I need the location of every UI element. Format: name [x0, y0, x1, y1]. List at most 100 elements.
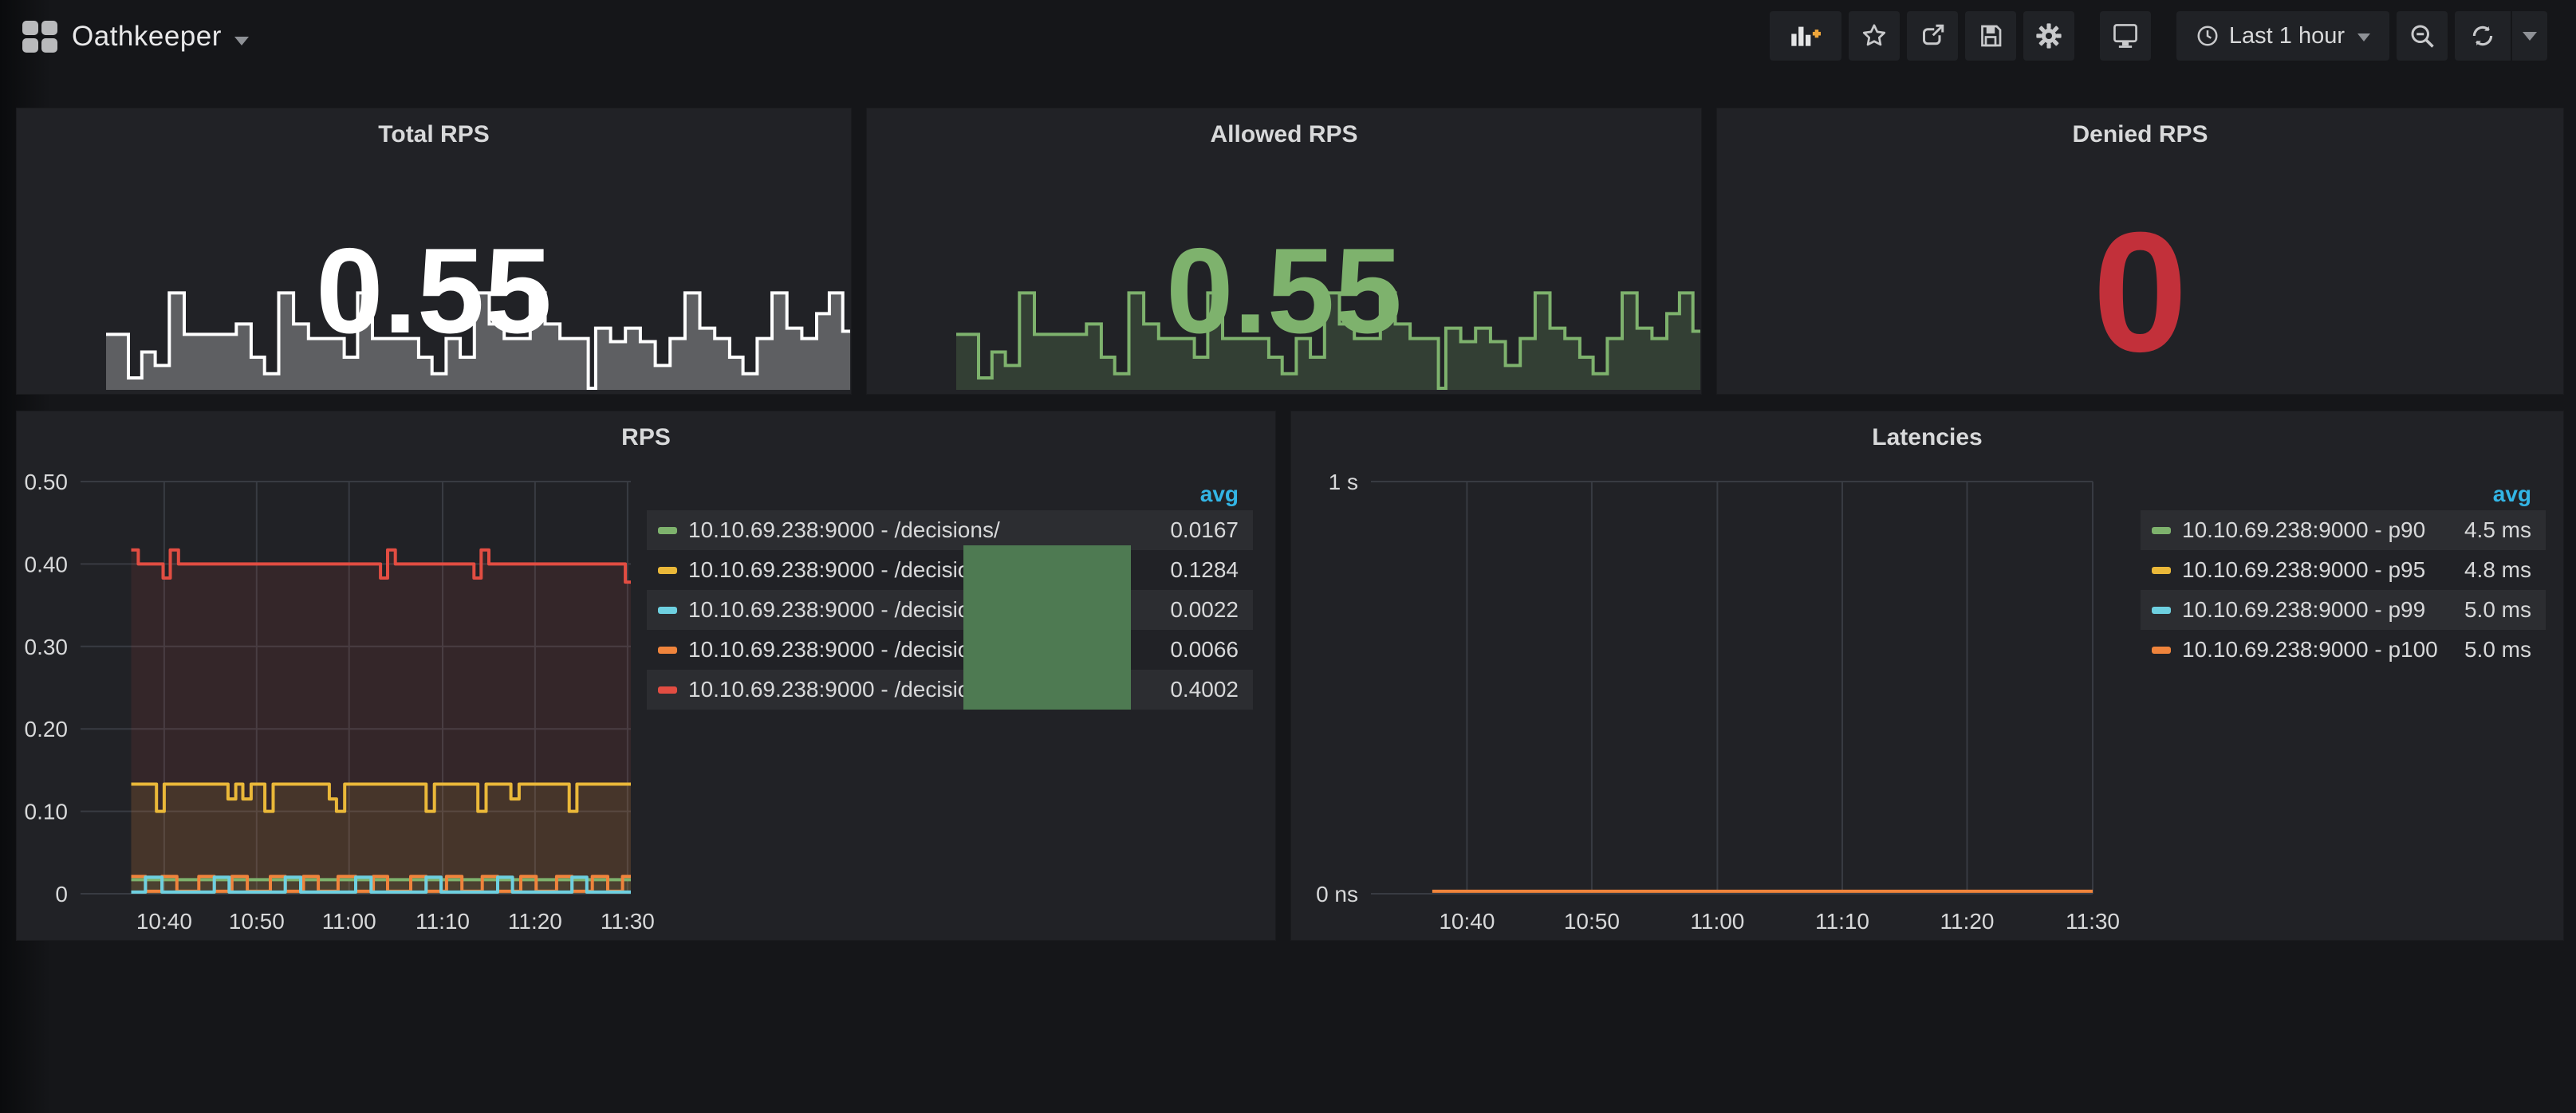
legend-series-name: 10.10.69.238:9000 - /decisions/ — [688, 597, 1000, 623]
x-axis-label: 11:30 — [2066, 909, 2120, 934]
legend-series-avg-value: 0.0066 — [1154, 637, 1239, 663]
series-color-swatch[interactable] — [658, 607, 677, 614]
legend-series-avg-value: 5.0 ms — [2448, 597, 2531, 623]
clock-icon — [2196, 24, 2220, 48]
panel-latencies-graph: Latencies 1 s0 ns10:4010:5011:0011:1011:… — [1290, 411, 2564, 941]
refresh-button-group — [2455, 11, 2547, 61]
star-button[interactable] — [1849, 11, 1900, 61]
legend-series-name: 10.10.69.238:9000 - p100 — [2182, 637, 2438, 663]
legend-series-name: 10.10.69.238:9000 - /decisions/ — [688, 677, 1000, 702]
legend-series-avg-value: 0.4002 — [1154, 677, 1239, 702]
x-axis-label: 10:40 — [136, 909, 192, 934]
zoom-out-icon — [2408, 22, 2436, 50]
save-icon — [1976, 22, 2005, 50]
legend-row[interactable]: 10.10.69.238:9000 - /decisions/0.0167 — [647, 510, 1253, 550]
legend-row[interactable]: 10.10.69.238:9000 - /decisions/0.4002 — [647, 670, 1253, 710]
settings-button[interactable] — [2023, 11, 2074, 61]
legend-series-name: 10.10.69.238:9000 - /decisions/ — [688, 557, 1000, 583]
x-axis-label: 10:50 — [1564, 909, 1620, 934]
panel-title[interactable]: RPS — [17, 424, 1275, 451]
gear-icon — [2034, 21, 2064, 51]
panel-allowed-rps: Allowed RPS 0.55 — [866, 108, 1702, 395]
rps-legend: avg 10.10.69.238:9000 - /decisions/0.0167… — [647, 478, 1253, 710]
save-button[interactable] — [1965, 11, 2016, 61]
y-axis-label: 1 s — [1329, 470, 1358, 494]
x-axis-label: 11:20 — [508, 909, 562, 934]
series-color-swatch[interactable] — [658, 567, 677, 574]
time-range-label: Last 1 hour — [2229, 23, 2345, 49]
legend-header: avg — [2141, 478, 2546, 510]
legend-series-name: 10.10.69.238:9000 - p95 — [2182, 557, 2425, 583]
dashboard-title-button[interactable]: Oathkeeper — [22, 0, 249, 73]
dashboard-grid-icon — [22, 21, 57, 53]
legend-row[interactable]: 10.10.69.238:9000 - /decisions/0.0022 — [647, 590, 1253, 630]
series-color-swatch[interactable] — [2152, 527, 2171, 534]
dashboard-header: Oathkeeper — [0, 0, 2576, 73]
dashboard-title: Oathkeeper — [72, 21, 222, 53]
chevron-down-icon — [2357, 33, 2370, 41]
legend-series-avg-value: 4.8 ms — [2448, 557, 2531, 583]
refresh-icon — [2469, 22, 2496, 49]
green-overlay-artifact — [963, 545, 1131, 710]
legend-row[interactable]: 10.10.69.238:9000 - p99 5.0 ms — [2141, 590, 2546, 630]
legend-series-avg-value: 4.5 ms — [2448, 517, 2531, 543]
x-axis-label: 11:00 — [322, 909, 376, 934]
chevron-down-icon — [2523, 32, 2537, 41]
panel-title[interactable]: Total RPS — [17, 121, 851, 148]
legend-row[interactable]: 10.10.69.238:9000 - p90 4.5 ms — [2141, 510, 2546, 550]
legend-row[interactable]: 10.10.69.238:9000 - p95 4.8 ms — [2141, 550, 2546, 590]
series-color-swatch[interactable] — [2152, 647, 2171, 654]
share-icon — [1918, 22, 1947, 50]
legend-series-name: 10.10.69.238:9000 - /decisions/ — [688, 637, 1000, 663]
y-axis-label: 0.40 — [25, 552, 69, 576]
y-axis-label: 0 — [55, 882, 68, 907]
series-color-swatch[interactable] — [658, 647, 677, 654]
y-axis-label: 0.20 — [25, 717, 69, 741]
x-axis-label: 11:30 — [601, 909, 655, 934]
monitor-icon — [2110, 21, 2141, 51]
legend-avg-header[interactable]: avg — [1200, 482, 1253, 507]
legend-series-avg-value: 0.1284 — [1154, 557, 1239, 583]
panel-total-rps: Total RPS 0.55 — [16, 108, 852, 395]
panel-title[interactable]: Denied RPS — [1717, 121, 2563, 148]
total-rps-value: 0.55 — [17, 222, 851, 361]
legend-avg-header[interactable]: avg — [2493, 482, 2546, 507]
legend-series-name: 10.10.69.238:9000 - p99 — [2182, 597, 2425, 623]
legend-row[interactable]: 10.10.69.238:9000 - p100 5.0 ms — [2141, 630, 2546, 670]
legend-header: avg — [647, 478, 1253, 510]
x-axis-label: 11:20 — [1940, 909, 1995, 934]
series-color-swatch[interactable] — [2152, 567, 2171, 574]
zoom-out-button[interactable] — [2397, 11, 2448, 61]
panel-denied-rps: Denied RPS 0 — [1716, 108, 2564, 395]
legend-row[interactable]: 10.10.69.238:9000 - /decisions/0.1284 — [647, 550, 1253, 590]
star-icon — [1860, 22, 1889, 50]
cycle-view-button[interactable] — [2100, 11, 2151, 61]
refresh-button[interactable] — [2455, 11, 2511, 61]
legend-series-name: 10.10.69.238:9000 - /decisions/ — [688, 517, 1000, 543]
legend-series-avg-value: 5.0 ms — [2448, 637, 2531, 663]
y-axis-label: 0 ns — [1316, 882, 1358, 907]
latencies-legend: avg10.10.69.238:9000 - p904.5 ms10.10.69… — [2141, 478, 2546, 670]
time-picker-button[interactable]: Last 1 hour — [2176, 11, 2389, 61]
legend-series-avg-value: 0.0022 — [1154, 597, 1239, 623]
x-axis-label: 11:10 — [1815, 909, 1869, 934]
legend-row[interactable]: 10.10.69.238:9000 - /decisions/0.0066 — [647, 630, 1253, 670]
x-axis-label: 10:50 — [229, 909, 285, 934]
panel-title[interactable]: Allowed RPS — [867, 121, 1701, 148]
legend-series-name: 10.10.69.238:9000 - p90 — [2182, 517, 2425, 543]
y-axis-label: 0.50 — [25, 470, 69, 494]
x-axis-label: 11:10 — [416, 909, 470, 934]
add-panel-button[interactable] — [1770, 11, 1841, 61]
y-axis-label: 0.30 — [25, 635, 69, 659]
y-axis-label: 0.10 — [25, 800, 69, 824]
legend-series-avg-value: 0.0167 — [1154, 517, 1239, 543]
panel-title[interactable]: Latencies — [1291, 424, 2563, 451]
refresh-interval-dropdown[interactable] — [2511, 11, 2547, 61]
series-color-swatch[interactable] — [658, 686, 677, 694]
chevron-down-icon — [234, 37, 249, 45]
add-panel-icon — [1788, 21, 1823, 51]
series-color-swatch[interactable] — [2152, 607, 2171, 614]
allowed-rps-value: 0.55 — [867, 222, 1701, 361]
series-color-swatch[interactable] — [658, 527, 677, 534]
share-button[interactable] — [1907, 11, 1958, 61]
